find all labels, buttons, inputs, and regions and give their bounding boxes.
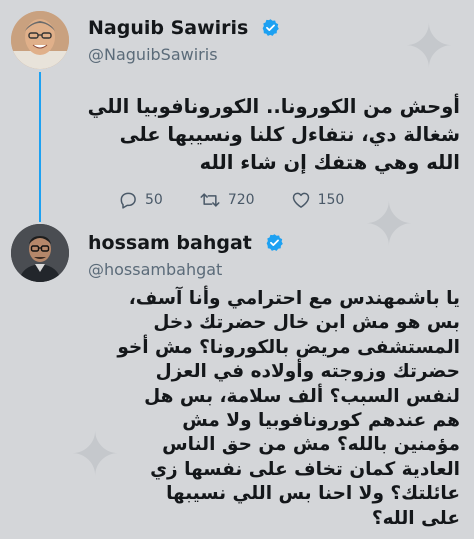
retweet-icon: [200, 193, 220, 207]
like-count: 150: [317, 192, 345, 208]
retweet-count: 720: [227, 192, 255, 208]
avatar-image: [11, 224, 69, 282]
like-icon: [292, 192, 309, 208]
tweet-line: أوحش من الكورونا.. الكورونافوبيا اللي: [87, 95, 460, 118]
retweet-button[interactable]: 720: [199, 190, 255, 210]
like-button[interactable]: 150: [291, 190, 345, 210]
thread-line: [39, 72, 41, 222]
handle[interactable]: @NaguibSawiris: [88, 45, 218, 64]
tweet-line: العادية كمان تخاف على نفسها زي: [150, 458, 460, 480]
reply-count: 50: [145, 192, 163, 208]
verified-badge-icon: [266, 234, 283, 251]
avatar-hossam[interactable]: [11, 224, 69, 282]
tweet-line: مؤمنين بالله؟ مش من حق الناس: [162, 434, 460, 456]
display-name[interactable]: Naguib Sawiris: [88, 17, 280, 39]
reply-button[interactable]: 50: [118, 190, 163, 210]
tweet-line: شغالة دي، نتفاءل كلنا ونسيبها على: [119, 123, 460, 146]
tweet-actions: 50 720 150: [118, 188, 380, 212]
tweet-line: على الله؟: [371, 507, 460, 529]
tweet-line: لنفس السبب؟ ألف سلامة، بس هل: [144, 385, 460, 407]
background-glyph: ✦: [70, 420, 121, 490]
tweet-line: حضرتك وزوجته وأولاده في العزل: [155, 361, 460, 383]
tweet-1-text: أوحش من الكورونا.. الكورونافوبيا اللي شغ…: [88, 93, 460, 177]
tweet-line: بس هو مش ابن خال حضرتك دخل: [153, 312, 460, 334]
avatar-image: [11, 11, 69, 69]
tweet-line: المستشفى مريض بالكورونا؟ مش أخو: [117, 336, 460, 358]
display-name-text: Naguib Sawiris: [88, 17, 249, 39]
verified-badge-icon: [262, 19, 279, 36]
display-name[interactable]: hossam bahgat: [88, 232, 284, 254]
tweet-line: يا باشمهندس مع احترامي وأنا آسف،: [128, 288, 460, 309]
display-name-text: hossam bahgat: [88, 232, 252, 254]
tweet-line: هم عندهم كورونافوبيا ولا مش: [182, 410, 460, 432]
reply-icon: [120, 192, 136, 209]
tweet-line: الله وهي هتفك إن شاء الله: [199, 151, 460, 174]
avatar-naguib[interactable]: [11, 11, 69, 69]
handle[interactable]: @hossambahgat: [88, 260, 222, 279]
background-glyph: ✦: [403, 12, 454, 82]
tweet-2-text: يا باشمهندس مع احترامي وأنا آسف، بس هو م…: [117, 287, 460, 531]
tweet-line: عائلتك؟ ولا احنا بس اللي نسيبها: [166, 483, 460, 505]
